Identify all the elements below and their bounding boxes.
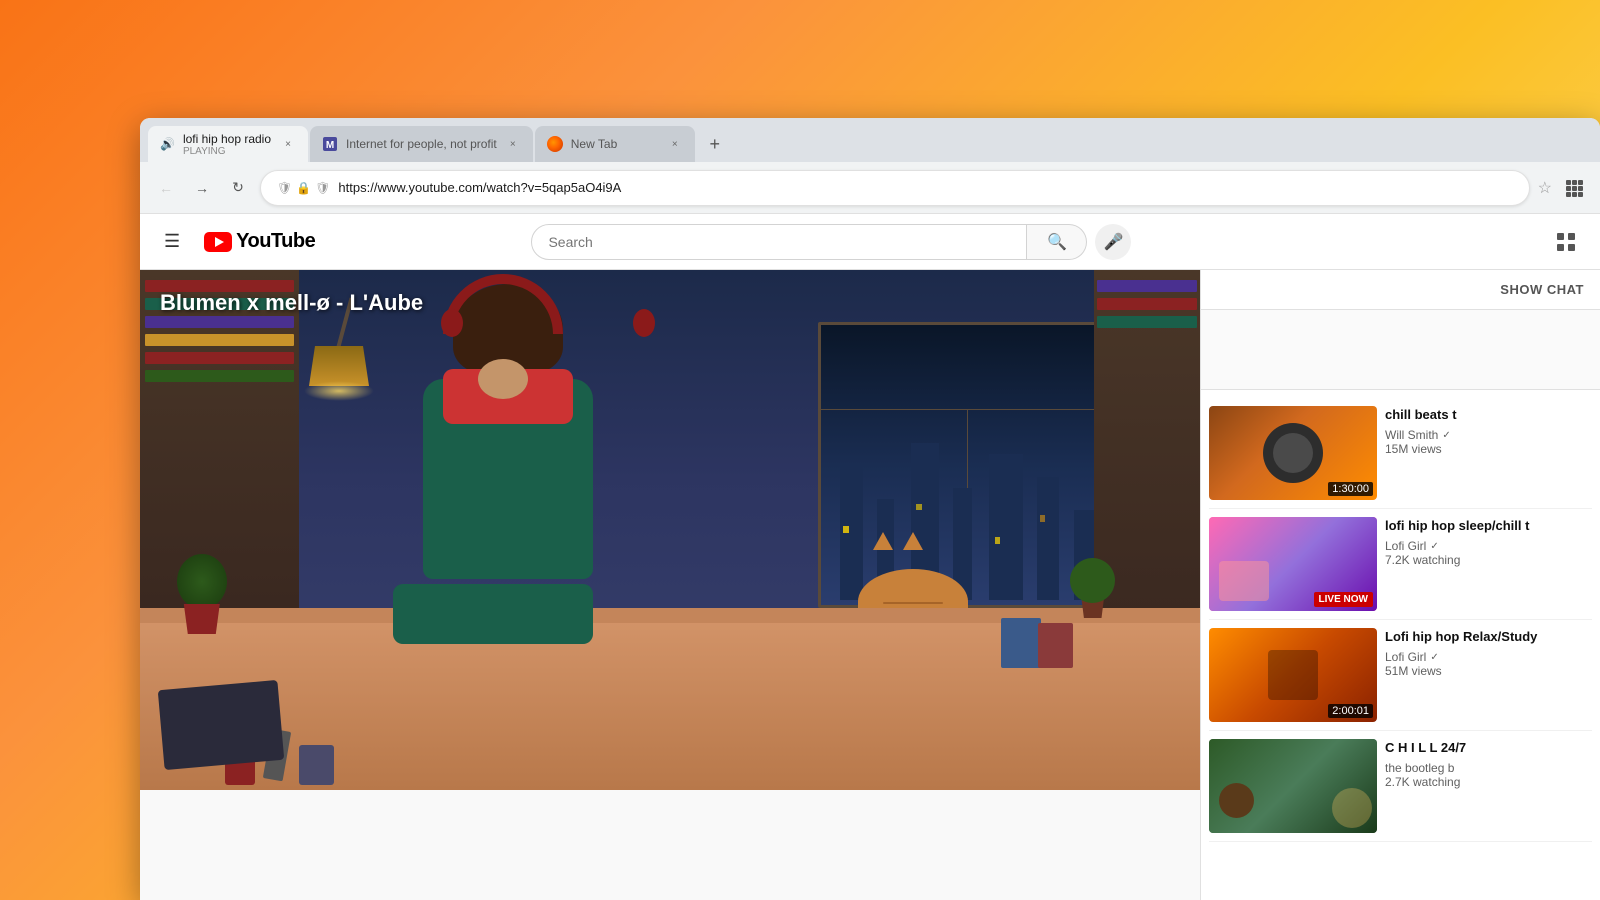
related-video-item-2[interactable]: LIVE NOW lofi hip hop sleep/chill t Lofi…	[1209, 509, 1592, 620]
desk-lamp	[299, 296, 379, 456]
tab-close-btn[interactable]: ×	[280, 136, 296, 152]
show-chat-button[interactable]: SHOW CHAT	[1201, 270, 1600, 310]
search-container: 🔍 🎤	[531, 224, 1131, 260]
related-info-2: lofi hip hop sleep/chill t Lofi Girl ✓ 7…	[1385, 517, 1592, 611]
tab-label: lofi hip hop radio	[183, 132, 271, 146]
youtube-logo[interactable]: YouTube	[204, 230, 315, 253]
bookmark-button[interactable]: ☆	[1538, 178, 1552, 198]
shield-icon: 🛡	[277, 181, 292, 195]
firefox-icon	[547, 136, 563, 152]
related-info-1: chill beats t Will Smith ✓ 15M views	[1385, 406, 1592, 500]
related-meta-3: 51M views	[1385, 664, 1592, 678]
address-bar[interactable]: 🛡 🔒 🛡 https://www.youtube.com/watch?v=5q…	[260, 170, 1530, 206]
forward-button[interactable]: →	[188, 174, 216, 202]
related-info-3: Lofi hip hop Relax/Study Lofi Girl ✓ 51M…	[1385, 628, 1592, 722]
related-video-item[interactable]: 1:30:00 chill beats t Will Smith ✓ 15M v…	[1209, 398, 1592, 509]
related-meta-2: 7.2K watching	[1385, 553, 1592, 567]
address-security-icons: 🛡 🔒 🛡	[277, 181, 330, 195]
tab-label-new: New Tab	[571, 137, 659, 151]
video-title-overlay: Blumen x mell-ø - L'Aube	[160, 290, 423, 316]
related-thumb-3: 2:00:01	[1209, 628, 1377, 722]
verified-icon-2: ✓	[1430, 541, 1438, 552]
tab-close-new[interactable]: ×	[667, 136, 683, 152]
character	[373, 270, 723, 644]
chat-placeholder	[1201, 310, 1600, 390]
header-right	[1548, 224, 1584, 260]
desk-surface	[140, 608, 1200, 790]
main-content: Blumen x mell-ø - L'Aube SHOW CHAT	[140, 270, 1600, 900]
related-thumb-1: 1:30:00	[1209, 406, 1377, 500]
apps-grid-button[interactable]	[1548, 224, 1584, 260]
youtube-logo-icon	[204, 232, 232, 252]
plant	[172, 554, 232, 634]
related-title-4: C H I L L 24/7	[1385, 739, 1592, 757]
thumb-duration-1: 1:30:00	[1328, 482, 1373, 496]
search-button[interactable]: 🔍	[1027, 224, 1087, 260]
mic-button[interactable]: 🎤	[1095, 224, 1131, 260]
tab-mozilla[interactable]: M Internet for people, not profit ×	[310, 126, 533, 162]
menu-icon[interactable]: ☰	[156, 223, 188, 260]
tab-label-mozilla: Internet for people, not profit	[346, 137, 497, 151]
tab-bar: 🔊 lofi hip hop radio PLAYING × M Interne…	[140, 118, 1600, 162]
small-plant	[1070, 558, 1115, 618]
related-channel-4: the bootleg b	[1385, 761, 1592, 775]
thumb-duration-3: 2:00:01	[1328, 704, 1373, 718]
search-input[interactable]	[548, 234, 1010, 250]
tab-sublabel: PLAYING	[183, 146, 272, 157]
related-channel-1: Will Smith ✓	[1385, 428, 1592, 442]
related-video-item-4[interactable]: C H I L L 24/7 the bootleg b 2.7K watchi…	[1209, 731, 1592, 842]
youtube-logo-text: YouTube	[236, 230, 315, 253]
back-button[interactable]: ←	[152, 174, 180, 202]
apps-button[interactable]	[1560, 174, 1588, 202]
address-text: https://www.youtube.com/watch?v=5qap5aO4…	[338, 180, 1512, 195]
verified-icon-1: ✓	[1442, 430, 1450, 441]
search-bar[interactable]	[531, 224, 1027, 260]
live-badge-2: LIVE NOW	[1314, 592, 1373, 607]
mozilla-icon: M	[322, 136, 338, 152]
video-section: Blumen x mell-ø - L'Aube	[140, 270, 1200, 900]
related-thumb-2: LIVE NOW	[1209, 517, 1377, 611]
youtube-header: ☰ YouTube 🔍 🎤	[140, 214, 1600, 270]
related-channel-3: Lofi Girl ✓	[1385, 650, 1592, 664]
related-info-4: C H I L L 24/7 the bootleg b 2.7K watchi…	[1385, 739, 1592, 833]
related-title-1: chill beats t	[1385, 406, 1592, 424]
related-video-item-3[interactable]: 2:00:01 Lofi hip hop Relax/Study Lofi Gi…	[1209, 620, 1592, 731]
related-videos: 1:30:00 chill beats t Will Smith ✓ 15M v…	[1201, 390, 1600, 900]
lock-icon: 🔒	[296, 181, 311, 195]
tab-new[interactable]: New Tab ×	[535, 126, 695, 162]
new-tab-button[interactable]: +	[701, 130, 729, 158]
svg-text:M: M	[326, 140, 334, 151]
related-channel-2: Lofi Girl ✓	[1385, 539, 1592, 553]
related-thumb-4	[1209, 739, 1377, 833]
tab-lofi[interactable]: 🔊 lofi hip hop radio PLAYING ×	[148, 126, 308, 162]
sound-icon: 🔊	[160, 137, 175, 151]
related-title-3: Lofi hip hop Relax/Study	[1385, 628, 1592, 646]
browser-window: 🔊 lofi hip hop radio PLAYING × M Interne…	[140, 118, 1600, 900]
sidebar: SHOW CHAT 1:30:00 chill beats t	[1200, 270, 1600, 900]
verified-icon-3: ✓	[1430, 652, 1438, 663]
address-bar-row: ← → ↻ 🛡 🔒 🛡 https://www.youtube.com/watc…	[140, 162, 1600, 214]
related-meta-4: 2.7K watching	[1385, 775, 1592, 789]
related-title-2: lofi hip hop sleep/chill t	[1385, 517, 1592, 535]
video-frame: Blumen x mell-ø - L'Aube	[140, 270, 1200, 790]
refresh-button[interactable]: ↻	[224, 174, 252, 202]
tracking-icon: 🛡	[315, 181, 330, 195]
related-meta-1: 15M views	[1385, 442, 1592, 456]
video-player[interactable]: Blumen x mell-ø - L'Aube	[140, 270, 1200, 790]
tab-close-mozilla[interactable]: ×	[505, 136, 521, 152]
